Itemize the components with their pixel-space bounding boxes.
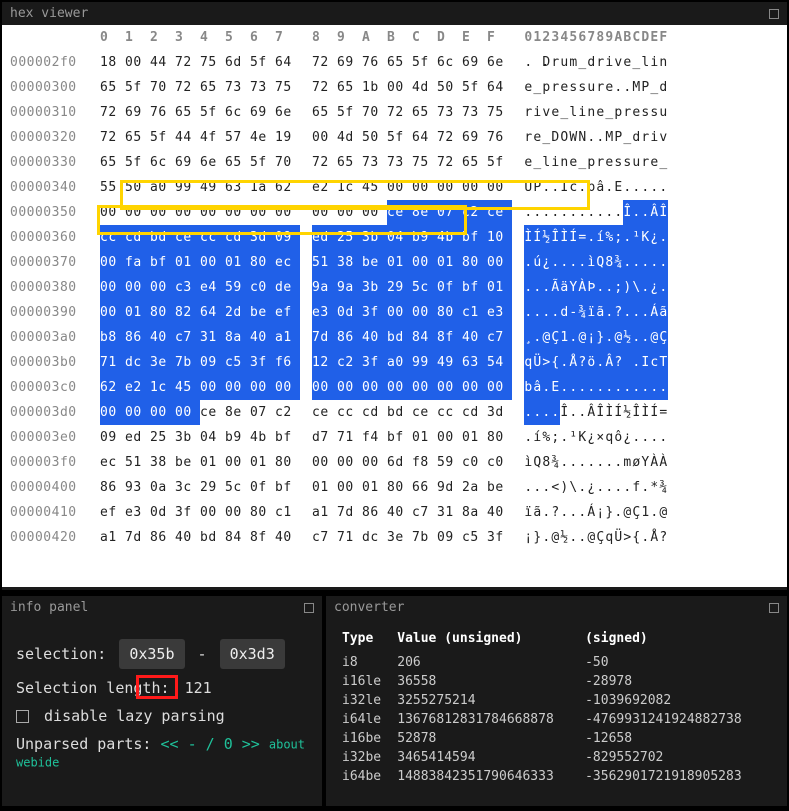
converter-table: Type Value (unsigned) (signed) i8206-50 i… bbox=[340, 627, 773, 787]
unparsed-row: Unparsed parts: << - / 0 >> about webide bbox=[16, 735, 308, 771]
ascii-column[interactable]: e_line_pressure_ bbox=[524, 150, 668, 175]
info-panel-title: info panel bbox=[10, 600, 88, 615]
converter-panel-header: converter bbox=[326, 596, 787, 619]
hex-row[interactable]: 00000420a17d8640bd848f40c771dc3e7b09c53f… bbox=[2, 525, 787, 550]
converter-row: i16le36558-28978 bbox=[342, 673, 771, 690]
converter-row: i32be3465414594-829552702 bbox=[342, 749, 771, 766]
conv-col-type: Type bbox=[342, 629, 395, 652]
hex-row[interactable]: 0000040086930a3c295c0fbf01000180669d2abe… bbox=[2, 475, 787, 500]
disable-lazy-row[interactable]: disable lazy parsing bbox=[16, 707, 308, 725]
converter-row: i32le3255275214-1039692082 bbox=[342, 692, 771, 709]
info-panel-header: info panel bbox=[2, 596, 322, 619]
ascii-column[interactable]: ìQ8¾.......møYÀÀ bbox=[524, 450, 668, 475]
ascii-column[interactable]: .í%;.¹K¿×qô¿.... bbox=[524, 425, 668, 450]
selection-length-value: 121 bbox=[179, 679, 218, 697]
ascii-column[interactable]: ....Î..ÂÎÌÍ½ÎÌÍ= bbox=[524, 400, 668, 425]
converter-row: i16be52878-12658 bbox=[342, 730, 771, 747]
ascii-column[interactable]: rive_line_pressu bbox=[524, 100, 668, 125]
hex-row[interactable]: 000002f018004472756d5f64726976655f6c696e… bbox=[2, 50, 787, 75]
ascii-column[interactable]: ....d-¾ïã.?...Áã bbox=[524, 300, 668, 325]
converter-panel-title: converter bbox=[334, 600, 404, 615]
selection-length-label: Selection length: bbox=[16, 679, 170, 697]
ascii-column[interactable]: . .Drum_drive_lin bbox=[524, 50, 668, 75]
disable-lazy-checkbox[interactable] bbox=[16, 710, 29, 723]
hex-row[interactable]: 000003500000000000000000000000ce8e07c2ce… bbox=[2, 200, 787, 225]
conv-col-signed: (signed) bbox=[585, 629, 771, 652]
ascii-column[interactable]: ...ÃäYÀÞ..;)\.¿. bbox=[524, 275, 668, 300]
hex-row[interactable]: 00000380000000c3e459c0de9a9a3b295c0fbf01… bbox=[2, 275, 787, 300]
ascii-column[interactable]: ...<)\.¿....f.*¾ bbox=[524, 475, 668, 500]
hex-row[interactable]: 000003c062e21c45000000000000000000000000… bbox=[2, 375, 787, 400]
hex-row[interactable]: 0000037000fabf01000180ec5138be0100018000… bbox=[2, 250, 787, 275]
hex-row[interactable]: 0000039000018082642dbeefe30d3f000080c1e3… bbox=[2, 300, 787, 325]
hex-row[interactable]: 000003f0ec5138be010001800000006df859c0c0… bbox=[2, 450, 787, 475]
hex-viewer-body[interactable]: 0123456789ABCDEF0123456789ABCDEF 000002f… bbox=[2, 25, 787, 587]
hex-column-header: 0123456789ABCDEF0123456789ABCDEF bbox=[2, 25, 787, 50]
hex-row[interactable]: 000003b071dc3e7b09c53ff612c23fa099496354… bbox=[2, 350, 787, 375]
unparsed-label: Unparsed parts: bbox=[16, 735, 151, 753]
maximize-icon[interactable] bbox=[769, 9, 779, 19]
converter-row: i8206-50 bbox=[342, 654, 771, 671]
hex-row[interactable]: 000003405550a09949631a62e21c450000000000… bbox=[2, 175, 787, 200]
hex-viewer-header: hex viewer bbox=[2, 2, 787, 25]
ascii-column[interactable]: bâ.E............ bbox=[524, 375, 668, 400]
hex-row[interactable]: 000003d000000000ce8e07c2cecccdbdcecccd3d… bbox=[2, 400, 787, 425]
hex-viewer-title: hex viewer bbox=[10, 6, 88, 21]
selection-row: selection: 0x35b - 0x3d3 bbox=[16, 639, 308, 669]
hex-viewer-panel: hex viewer 0123456789ABCDEF0123456789ABC… bbox=[2, 2, 787, 590]
ascii-column[interactable]: ÌÍ½ÎÌÍ=.í%;.¹K¿. bbox=[524, 225, 668, 250]
ascii-column[interactable]: re_DOWN..MP_driv bbox=[524, 125, 668, 150]
selection-label: selection: bbox=[16, 645, 106, 663]
selection-start-input[interactable]: 0x35b bbox=[119, 639, 184, 669]
hex-row[interactable]: 00000310726976655f6c696e655f707265737375… bbox=[2, 100, 787, 125]
hex-row[interactable]: 0000032072655f444f574e19004d505f64726976… bbox=[2, 125, 787, 150]
selection-length-row: Selection length: 121 bbox=[16, 679, 308, 697]
ascii-column[interactable]: ïã.?...Á¡}.@Ç1.@ bbox=[524, 500, 668, 525]
maximize-icon[interactable] bbox=[769, 603, 779, 613]
ascii-column[interactable]: e_pressure..MP_d bbox=[524, 75, 668, 100]
ascii-column[interactable]: ¡}.@½..@ÇqÜ>{.Å? bbox=[524, 525, 668, 550]
converter-row: i64le13676812831784668878-47699312419248… bbox=[342, 711, 771, 728]
converter-row: i64be14883842351790646333-35629017219189… bbox=[342, 768, 771, 785]
converter-panel: converter Type Value (unsigned) (signed)… bbox=[326, 596, 787, 806]
ascii-column[interactable]: .ú¿....ìQ8¾..... bbox=[524, 250, 668, 275]
hex-row[interactable]: 000003a0b88640c7318a40a17d8640bd848f40c7… bbox=[2, 325, 787, 350]
maximize-icon[interactable] bbox=[304, 603, 314, 613]
hex-row[interactable]: 00000300655f70726573737572651b004d505f64… bbox=[2, 75, 787, 100]
hex-row[interactable]: 00000330655f6c696e655f70726573737572655f… bbox=[2, 150, 787, 175]
hex-row[interactable]: 00000410efe30d3f000080c1a17d8640c7318a40… bbox=[2, 500, 787, 525]
ascii-column[interactable]: ¸.@Ç1.@¡}.@½..@Ç bbox=[524, 325, 668, 350]
ascii-column[interactable]: qÜ>{.Å?ö.Â? .IcT bbox=[524, 350, 668, 375]
hex-row[interactable]: 000003e009ed253b04b94bbfd771f4bf01000180… bbox=[2, 425, 787, 450]
info-panel: info panel selection: 0x35b - 0x3d3 Sele… bbox=[2, 596, 322, 806]
conv-col-unsigned: Value (unsigned) bbox=[397, 629, 583, 652]
hex-row[interactable]: 00000360cccdbdcecccd3d09ed253b04b94bbf10… bbox=[2, 225, 787, 250]
selection-end-input[interactable]: 0x3d3 bbox=[220, 639, 285, 669]
unparsed-nav[interactable]: << - / 0 >> bbox=[161, 735, 260, 753]
ascii-column[interactable]: ...........Î..ÂÎ bbox=[524, 200, 668, 225]
disable-lazy-label: disable lazy parsing bbox=[44, 707, 225, 725]
ascii-column[interactable]: UP..Ic.bâ.E..... bbox=[524, 175, 668, 200]
